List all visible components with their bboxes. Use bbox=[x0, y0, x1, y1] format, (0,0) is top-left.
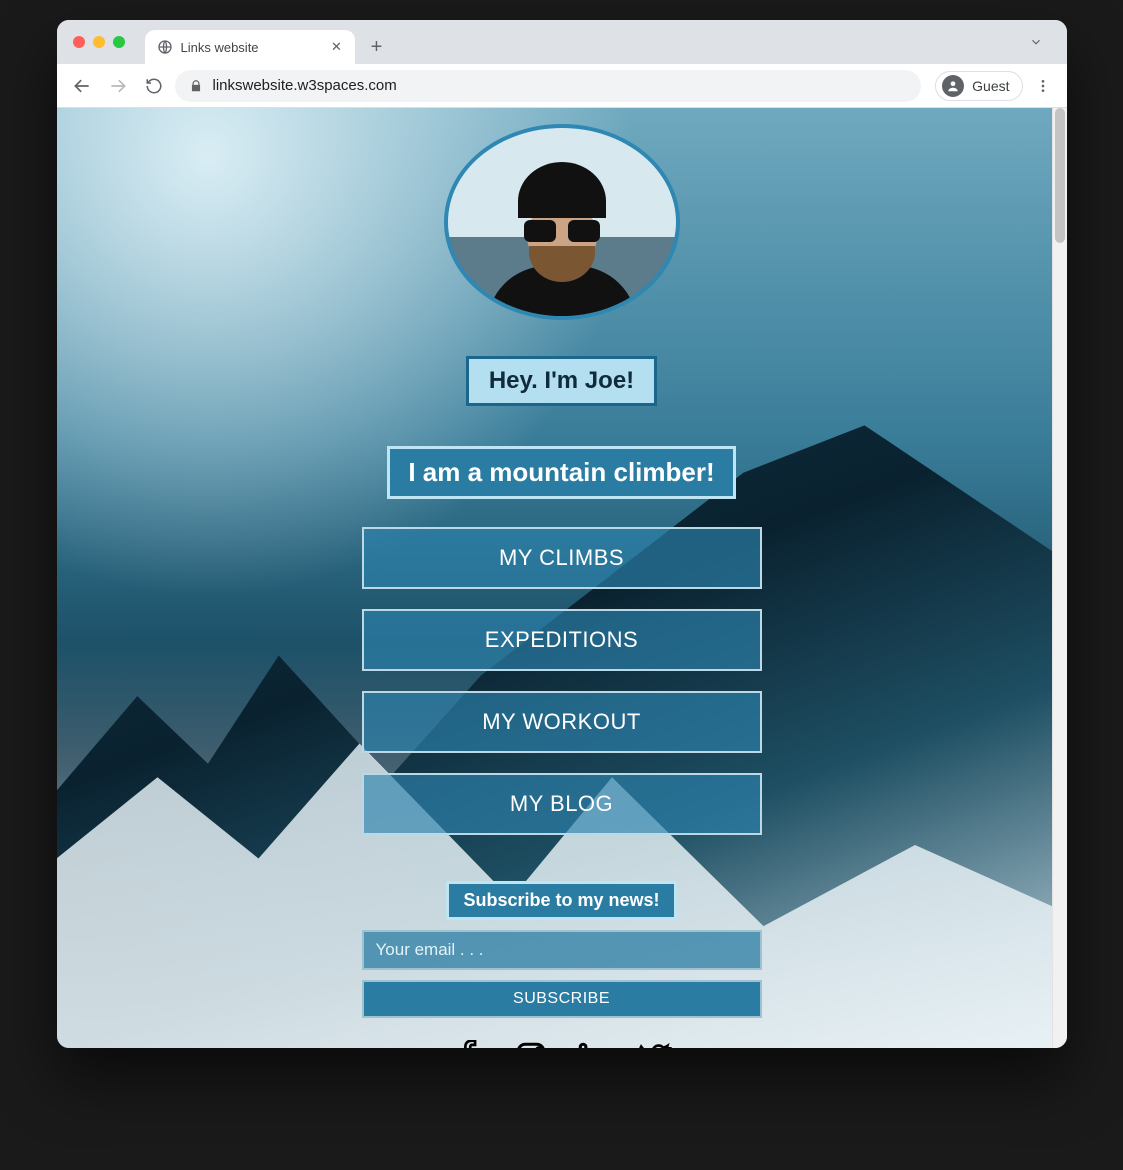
tagline-text: I am a mountain climber! bbox=[408, 457, 714, 487]
person-icon bbox=[942, 75, 964, 97]
address-bar[interactable]: linkswebsite.w3spaces.com bbox=[175, 70, 922, 102]
minimize-window-button[interactable] bbox=[93, 36, 105, 48]
tab-overflow-button[interactable] bbox=[1023, 20, 1057, 64]
close-tab-button[interactable]: ✕ bbox=[329, 39, 345, 55]
subscribe-button[interactable]: SUBSCRIBE bbox=[362, 980, 762, 1018]
toolbar: linkswebsite.w3spaces.com Guest bbox=[57, 64, 1067, 108]
url-text: linkswebsite.w3spaces.com bbox=[213, 77, 397, 94]
browser-window: Links website ✕ + linkswebsite.w3spaces.… bbox=[57, 20, 1067, 1048]
subscribe-heading: Subscribe to my news! bbox=[446, 881, 676, 920]
link-label: MY WORKOUT bbox=[482, 709, 641, 734]
link-my-workout[interactable]: MY WORKOUT bbox=[362, 691, 762, 753]
profile-chip[interactable]: Guest bbox=[935, 71, 1022, 101]
reload-button[interactable] bbox=[139, 71, 169, 101]
greeting-text: Hey. I'm Joe! bbox=[489, 367, 634, 394]
tagline-box: I am a mountain climber! bbox=[387, 446, 735, 499]
browser-menu-button[interactable] bbox=[1029, 78, 1057, 94]
link-label: MY CLIMBS bbox=[499, 545, 624, 570]
new-tab-button[interactable]: + bbox=[363, 33, 391, 61]
subscribe-button-label: SUBSCRIBE bbox=[513, 990, 610, 1007]
tab-strip: Links website ✕ + bbox=[57, 20, 1067, 64]
close-window-button[interactable] bbox=[73, 36, 85, 48]
subscribe-heading-text: Subscribe to my news! bbox=[463, 890, 659, 910]
email-field[interactable] bbox=[362, 930, 762, 970]
link-my-climbs[interactable]: MY CLIMBS bbox=[362, 527, 762, 589]
link-label: MY BLOG bbox=[510, 791, 613, 816]
profile-avatar bbox=[444, 124, 680, 320]
page-content: Hey. I'm Joe! I am a mountain climber! M… bbox=[57, 108, 1067, 1048]
link-expeditions[interactable]: EXPEDITIONS bbox=[362, 609, 762, 671]
fullscreen-window-button[interactable] bbox=[113, 36, 125, 48]
forward-button[interactable] bbox=[103, 71, 133, 101]
profile-label: Guest bbox=[972, 78, 1009, 94]
greeting-box: Hey. I'm Joe! bbox=[466, 356, 657, 406]
linkedin-icon[interactable] bbox=[576, 1040, 610, 1048]
instagram-icon[interactable] bbox=[514, 1040, 548, 1048]
browser-tab[interactable]: Links website ✕ bbox=[145, 30, 355, 64]
links-column: MY CLIMBS EXPEDITIONS MY WORKOUT MY BLOG bbox=[362, 527, 762, 835]
tab-title: Links website bbox=[181, 40, 259, 55]
window-controls bbox=[67, 20, 145, 64]
link-label: EXPEDITIONS bbox=[485, 627, 638, 652]
link-my-blog[interactable]: MY BLOG bbox=[362, 773, 762, 835]
lock-icon bbox=[189, 79, 203, 93]
facebook-icon[interactable] bbox=[452, 1040, 486, 1048]
page-viewport: Hey. I'm Joe! I am a mountain climber! M… bbox=[57, 108, 1067, 1048]
subscribe-form: SUBSCRIBE bbox=[362, 930, 762, 1018]
globe-icon bbox=[157, 39, 173, 55]
twitter-icon[interactable] bbox=[638, 1040, 672, 1048]
back-button[interactable] bbox=[67, 71, 97, 101]
social-row bbox=[452, 1040, 672, 1048]
